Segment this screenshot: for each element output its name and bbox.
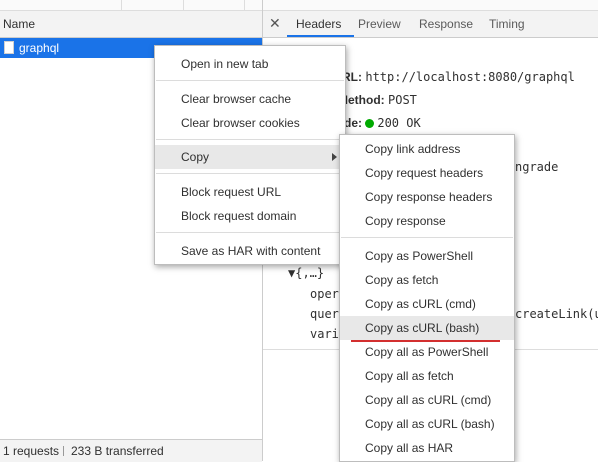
submenu-item-copy-as-fetch[interactable]: Copy as fetch [340,268,514,292]
submenu-item-label: Copy request headers [365,166,484,180]
status-code-value: 200 OK [377,116,421,130]
timeline-strip-right [263,0,598,11]
submenu-item-label: Copy all as HAR [365,441,454,455]
submenu-item-label: Copy as fetch [365,273,439,287]
menu-separator [156,173,344,174]
submenu-item-copy-all-as-curl-bash[interactable]: Copy all as cURL (bash) [340,412,514,436]
active-tab-indicator [287,35,354,37]
payload-query-value: createLink(ur [515,307,598,321]
submenu-item-label: Copy as PowerShell [365,249,474,263]
submenu-item-copy-link-address[interactable]: Copy link address [340,137,514,161]
timeline-tick [244,0,245,10]
chevron-right-icon [332,153,337,161]
submenu-item-copy-all-as-curl-cmd[interactable]: Copy all as cURL (cmd) [340,388,514,412]
payload-root[interactable]: ▼{,…} [288,266,324,280]
submenu-item-label: Copy all as PowerShell [365,345,489,359]
timeline-tick [183,0,184,10]
submenu-item-copy-request-headers[interactable]: Copy request headers [340,161,514,185]
transferred-size: 233 B transferred [71,444,164,458]
network-status-bar: 1 requests 233 B transferred [0,439,262,462]
referrer-policy-partial: ngrade [515,160,559,174]
detail-tab-bar: ✕ Headers Preview Response Timing [263,11,598,38]
tab-headers[interactable]: Headers [296,17,341,31]
status-separator [63,446,64,456]
timeline-tick [121,0,122,10]
status-code-row: de: 200 OK [344,116,421,130]
menu-item-block-request-domain[interactable]: Block request domain [155,204,345,228]
request-name: graphql [19,41,60,55]
request-method-value: POST [388,93,417,107]
menu-item-clear-browser-cookies[interactable]: Clear browser cookies [155,111,345,135]
tab-response[interactable]: Response [419,17,473,31]
menu-item-save-as-har[interactable]: Save as HAR with content [155,239,345,263]
menu-item-label: Save as HAR with content [181,244,321,258]
submenu-item-label: Copy as cURL (bash) [365,321,480,335]
menu-item-clear-browser-cache[interactable]: Clear browser cache [155,87,345,111]
submenu-item-label: Copy all as cURL (cmd) [365,393,492,407]
submenu-item-label: Copy all as cURL (bash) [365,417,495,431]
menu-separator [156,232,344,233]
submenu-item-copy-as-curl-cmd[interactable]: Copy as cURL (cmd) [340,292,514,316]
submenu-item-label: Copy all as fetch [365,369,454,383]
menu-item-block-request-url[interactable]: Block request URL [155,180,345,204]
copy-submenu: Copy link address Copy request headers C… [339,134,515,462]
menu-separator [156,80,344,81]
name-column-header[interactable]: Name [0,11,262,38]
menu-item-open-in-new-tab[interactable]: Open in new tab [155,52,345,76]
menu-separator [156,139,344,140]
status-ok-icon [365,119,375,128]
menu-item-label: Block request URL [181,185,282,199]
document-icon [4,41,14,54]
timeline-strip [0,0,262,11]
menu-item-label: Copy [181,150,210,164]
request-context-menu: Open in new tab Clear browser cache Clea… [154,45,346,265]
menu-separator [341,237,513,238]
submenu-item-label: Copy as cURL (cmd) [365,297,476,311]
tab-preview[interactable]: Preview [358,17,401,31]
tab-timing[interactable]: Timing [489,17,525,31]
payload-key-query: quer [310,307,339,321]
menu-item-label: Clear browser cookies [181,116,300,130]
submenu-item-label: Copy link address [365,142,461,156]
request-url-value: http://localhost:8080/graphql [365,70,575,84]
payload-key-variables: vari [310,327,339,341]
submenu-item-copy-all-as-har[interactable]: Copy all as HAR [340,436,514,460]
request-method-row: Method: POST [338,93,417,107]
submenu-item-copy-response[interactable]: Copy response [340,209,514,233]
submenu-item-label: Copy response headers [365,190,493,204]
menu-item-label: Clear browser cache [181,92,292,106]
submenu-item-copy-all-as-fetch[interactable]: Copy all as fetch [340,364,514,388]
submenu-item-copy-response-headers[interactable]: Copy response headers [340,185,514,209]
submenu-item-copy-all-as-powershell[interactable]: Copy all as PowerShell [340,340,514,364]
request-count: 1 requests [3,444,60,458]
menu-item-label: Block request domain [181,209,297,223]
request-url-row: RL: http://localhost:8080/graphql [342,70,575,84]
status-code-key: de: [344,116,362,130]
close-icon[interactable]: ✕ [269,15,281,32]
submenu-item-copy-as-curl-bash[interactable]: Copy as cURL (bash) [340,316,514,340]
menu-item-label: Open in new tab [181,57,269,71]
menu-item-copy[interactable]: Copy [155,145,345,169]
name-column-label: Name [3,17,36,31]
highlight-annotation-underline [351,340,500,342]
submenu-item-label: Copy response [365,214,446,228]
submenu-item-copy-as-powershell[interactable]: Copy as PowerShell [340,244,514,268]
